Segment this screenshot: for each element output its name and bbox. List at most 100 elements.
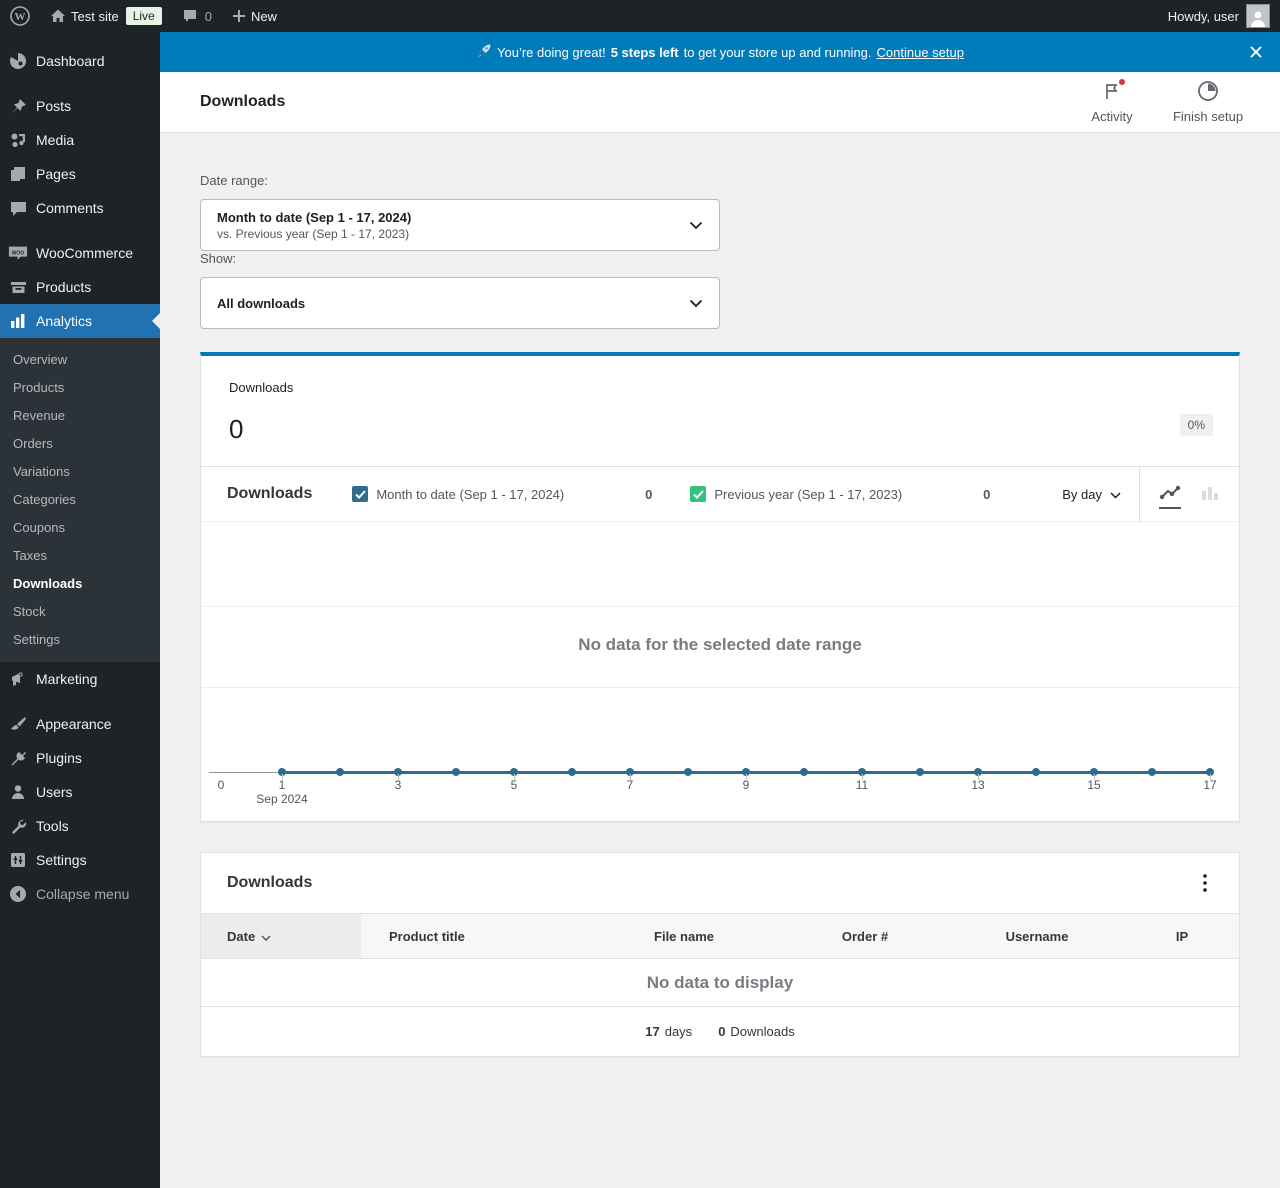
- axis-tick: [1210, 774, 1211, 780]
- sidebar-item-label: Marketing: [36, 671, 98, 687]
- activity-button[interactable]: Activity: [1068, 77, 1156, 124]
- svg-text:WOO: WOO: [12, 250, 25, 256]
- submenu-item-overview[interactable]: Overview: [0, 346, 160, 374]
- interval-select[interactable]: By day: [1044, 487, 1139, 502]
- axis-tick: [862, 774, 863, 780]
- chart-empty-message: No data for the selected date range: [578, 635, 862, 654]
- sidebar-item-label: Posts: [36, 98, 72, 114]
- data-point: [568, 768, 576, 776]
- show-select[interactable]: All downloads: [200, 277, 720, 329]
- axis-tick: [746, 774, 747, 780]
- analytics-submenu: Overview Products Revenue Orders Variati…: [0, 338, 160, 662]
- column-label: File name: [654, 928, 714, 944]
- sidebar-item-plugins[interactable]: Plugins: [0, 741, 160, 775]
- kebab-menu-icon[interactable]: [1191, 869, 1219, 897]
- submenu-item-orders[interactable]: Orders: [0, 430, 160, 458]
- legend-current-period[interactable]: Month to date (Sep 1 - 17, 2024) 0: [352, 486, 652, 502]
- column-label: IP: [1175, 928, 1189, 944]
- bar-chart-button[interactable]: [1199, 479, 1221, 509]
- column-header-order: Order #: [779, 914, 951, 958]
- submenu-item-stock[interactable]: Stock: [0, 598, 160, 626]
- column-header-file-name: File name: [589, 914, 779, 958]
- downloads-summary-tile[interactable]: Downloads 0 0%: [201, 356, 1239, 467]
- sidebar-item-analytics[interactable]: Analytics: [0, 304, 160, 338]
- notice-text-suffix: to get your store up and running.: [683, 44, 872, 60]
- sidebar-item-label: Tools: [36, 818, 69, 834]
- data-point: [336, 768, 344, 776]
- sidebar-item-dashboard[interactable]: Dashboard: [0, 44, 160, 78]
- sidebar-item-label: WooCommerce: [36, 245, 133, 261]
- sidebar-item-pages[interactable]: Pages: [0, 157, 160, 191]
- data-point: [1148, 768, 1156, 776]
- axis-tick: [282, 774, 283, 780]
- submenu-item-coupons[interactable]: Coupons: [0, 514, 160, 542]
- sort-chevron-icon: [261, 929, 271, 944]
- activity-label: Activity: [1091, 108, 1133, 124]
- site-name-label: Test site: [71, 8, 119, 24]
- column-header-date[interactable]: Date: [201, 914, 361, 958]
- plus-icon: [232, 9, 246, 23]
- downloads-chart-card: Downloads 0 0% Downloads Month to date (…: [200, 352, 1240, 822]
- new-label: New: [250, 8, 277, 24]
- sidebar-item-posts[interactable]: Posts: [0, 89, 160, 123]
- sidebar-item-appearance[interactable]: Appearance: [0, 707, 160, 741]
- gridline: [201, 606, 1239, 607]
- date-range-select[interactable]: Month to date (Sep 1 - 17, 2024) vs. Pre…: [200, 199, 720, 251]
- sidebar-item-products[interactable]: Products: [0, 270, 160, 304]
- submenu-item-variations[interactable]: Variations: [0, 458, 160, 486]
- column-label: Product title: [389, 928, 465, 944]
- sidebar-item-users[interactable]: Users: [0, 775, 160, 809]
- sidebar-item-woocommerce[interactable]: WOO WooCommerce: [0, 236, 160, 270]
- howdy-user-link[interactable]: Howdy, user: [1168, 9, 1239, 24]
- data-point: [916, 768, 924, 776]
- axis-tick: [514, 774, 515, 780]
- setup-notice-banner: You’re doing great! 5 steps left to get …: [160, 32, 1280, 72]
- submenu-item-downloads[interactable]: Downloads: [0, 570, 160, 598]
- table-empty-message: No data to display: [646, 972, 794, 992]
- wordpress-logo-button[interactable]: W: [0, 0, 40, 32]
- bar-chart-icon: [1201, 485, 1219, 504]
- submenu-item-taxes[interactable]: Taxes: [0, 542, 160, 570]
- date-range-compare: vs. Previous year (Sep 1 - 17, 2023): [217, 226, 410, 241]
- sidebar-item-label: Collapse menu: [36, 886, 130, 902]
- sidebar-item-settings[interactable]: Settings: [0, 843, 160, 877]
- sidebar-item-label: Settings: [36, 852, 87, 868]
- submenu-item-revenue[interactable]: Revenue: [0, 402, 160, 430]
- comments-button[interactable]: 0: [172, 0, 222, 32]
- site-name-link[interactable]: Test site Live: [40, 0, 172, 32]
- show-label: Show:: [200, 251, 237, 266]
- date-range-label: Date range:: [200, 173, 268, 188]
- inactive-indicator: [1199, 507, 1221, 509]
- sidebar-item-marketing[interactable]: Marketing: [0, 662, 160, 696]
- user-avatar[interactable]: [1246, 4, 1270, 28]
- x-tick-label: 7: [626, 778, 634, 792]
- notice-text-prefix: You’re doing great!: [497, 44, 606, 60]
- brush-icon: [8, 716, 28, 733]
- line-chart-button[interactable]: [1158, 479, 1181, 509]
- comment-count: 0: [204, 8, 212, 24]
- x-tick-label: 11: [855, 778, 869, 792]
- collapse-menu-button[interactable]: Collapse menu: [0, 877, 160, 911]
- sidebar-item-label: Users: [36, 784, 73, 800]
- sidebar-item-media[interactable]: Media: [0, 123, 160, 157]
- finish-setup-button[interactable]: Finish setup: [1164, 81, 1252, 124]
- summary-label: Downloads: [229, 380, 294, 395]
- submenu-item-settings[interactable]: Settings: [0, 626, 160, 654]
- table-footer: 17 days 0 Downloads: [201, 1006, 1239, 1056]
- legend-previous-period[interactable]: Previous year (Sep 1 - 17, 2023) 0: [690, 486, 990, 502]
- interval-value: By day: [1062, 486, 1102, 502]
- new-content-button[interactable]: New: [222, 0, 287, 32]
- continue-setup-link[interactable]: Continue setup: [877, 45, 964, 60]
- checked-checkbox-icon: [690, 486, 707, 502]
- close-icon[interactable]: [1246, 42, 1266, 62]
- downloads-label: Downloads: [730, 1024, 795, 1039]
- sidebar-item-label: Dashboard: [36, 53, 105, 69]
- sidebar-item-tools[interactable]: Tools: [0, 809, 160, 843]
- sidebar-item-comments[interactable]: Comments: [0, 191, 160, 225]
- home-icon: [50, 8, 66, 24]
- submenu-item-products[interactable]: Products: [0, 374, 160, 402]
- user-icon: [8, 784, 28, 800]
- submenu-item-categories[interactable]: Categories: [0, 486, 160, 514]
- show-value: All downloads: [217, 295, 306, 311]
- x-tick-label: 9: [742, 778, 750, 792]
